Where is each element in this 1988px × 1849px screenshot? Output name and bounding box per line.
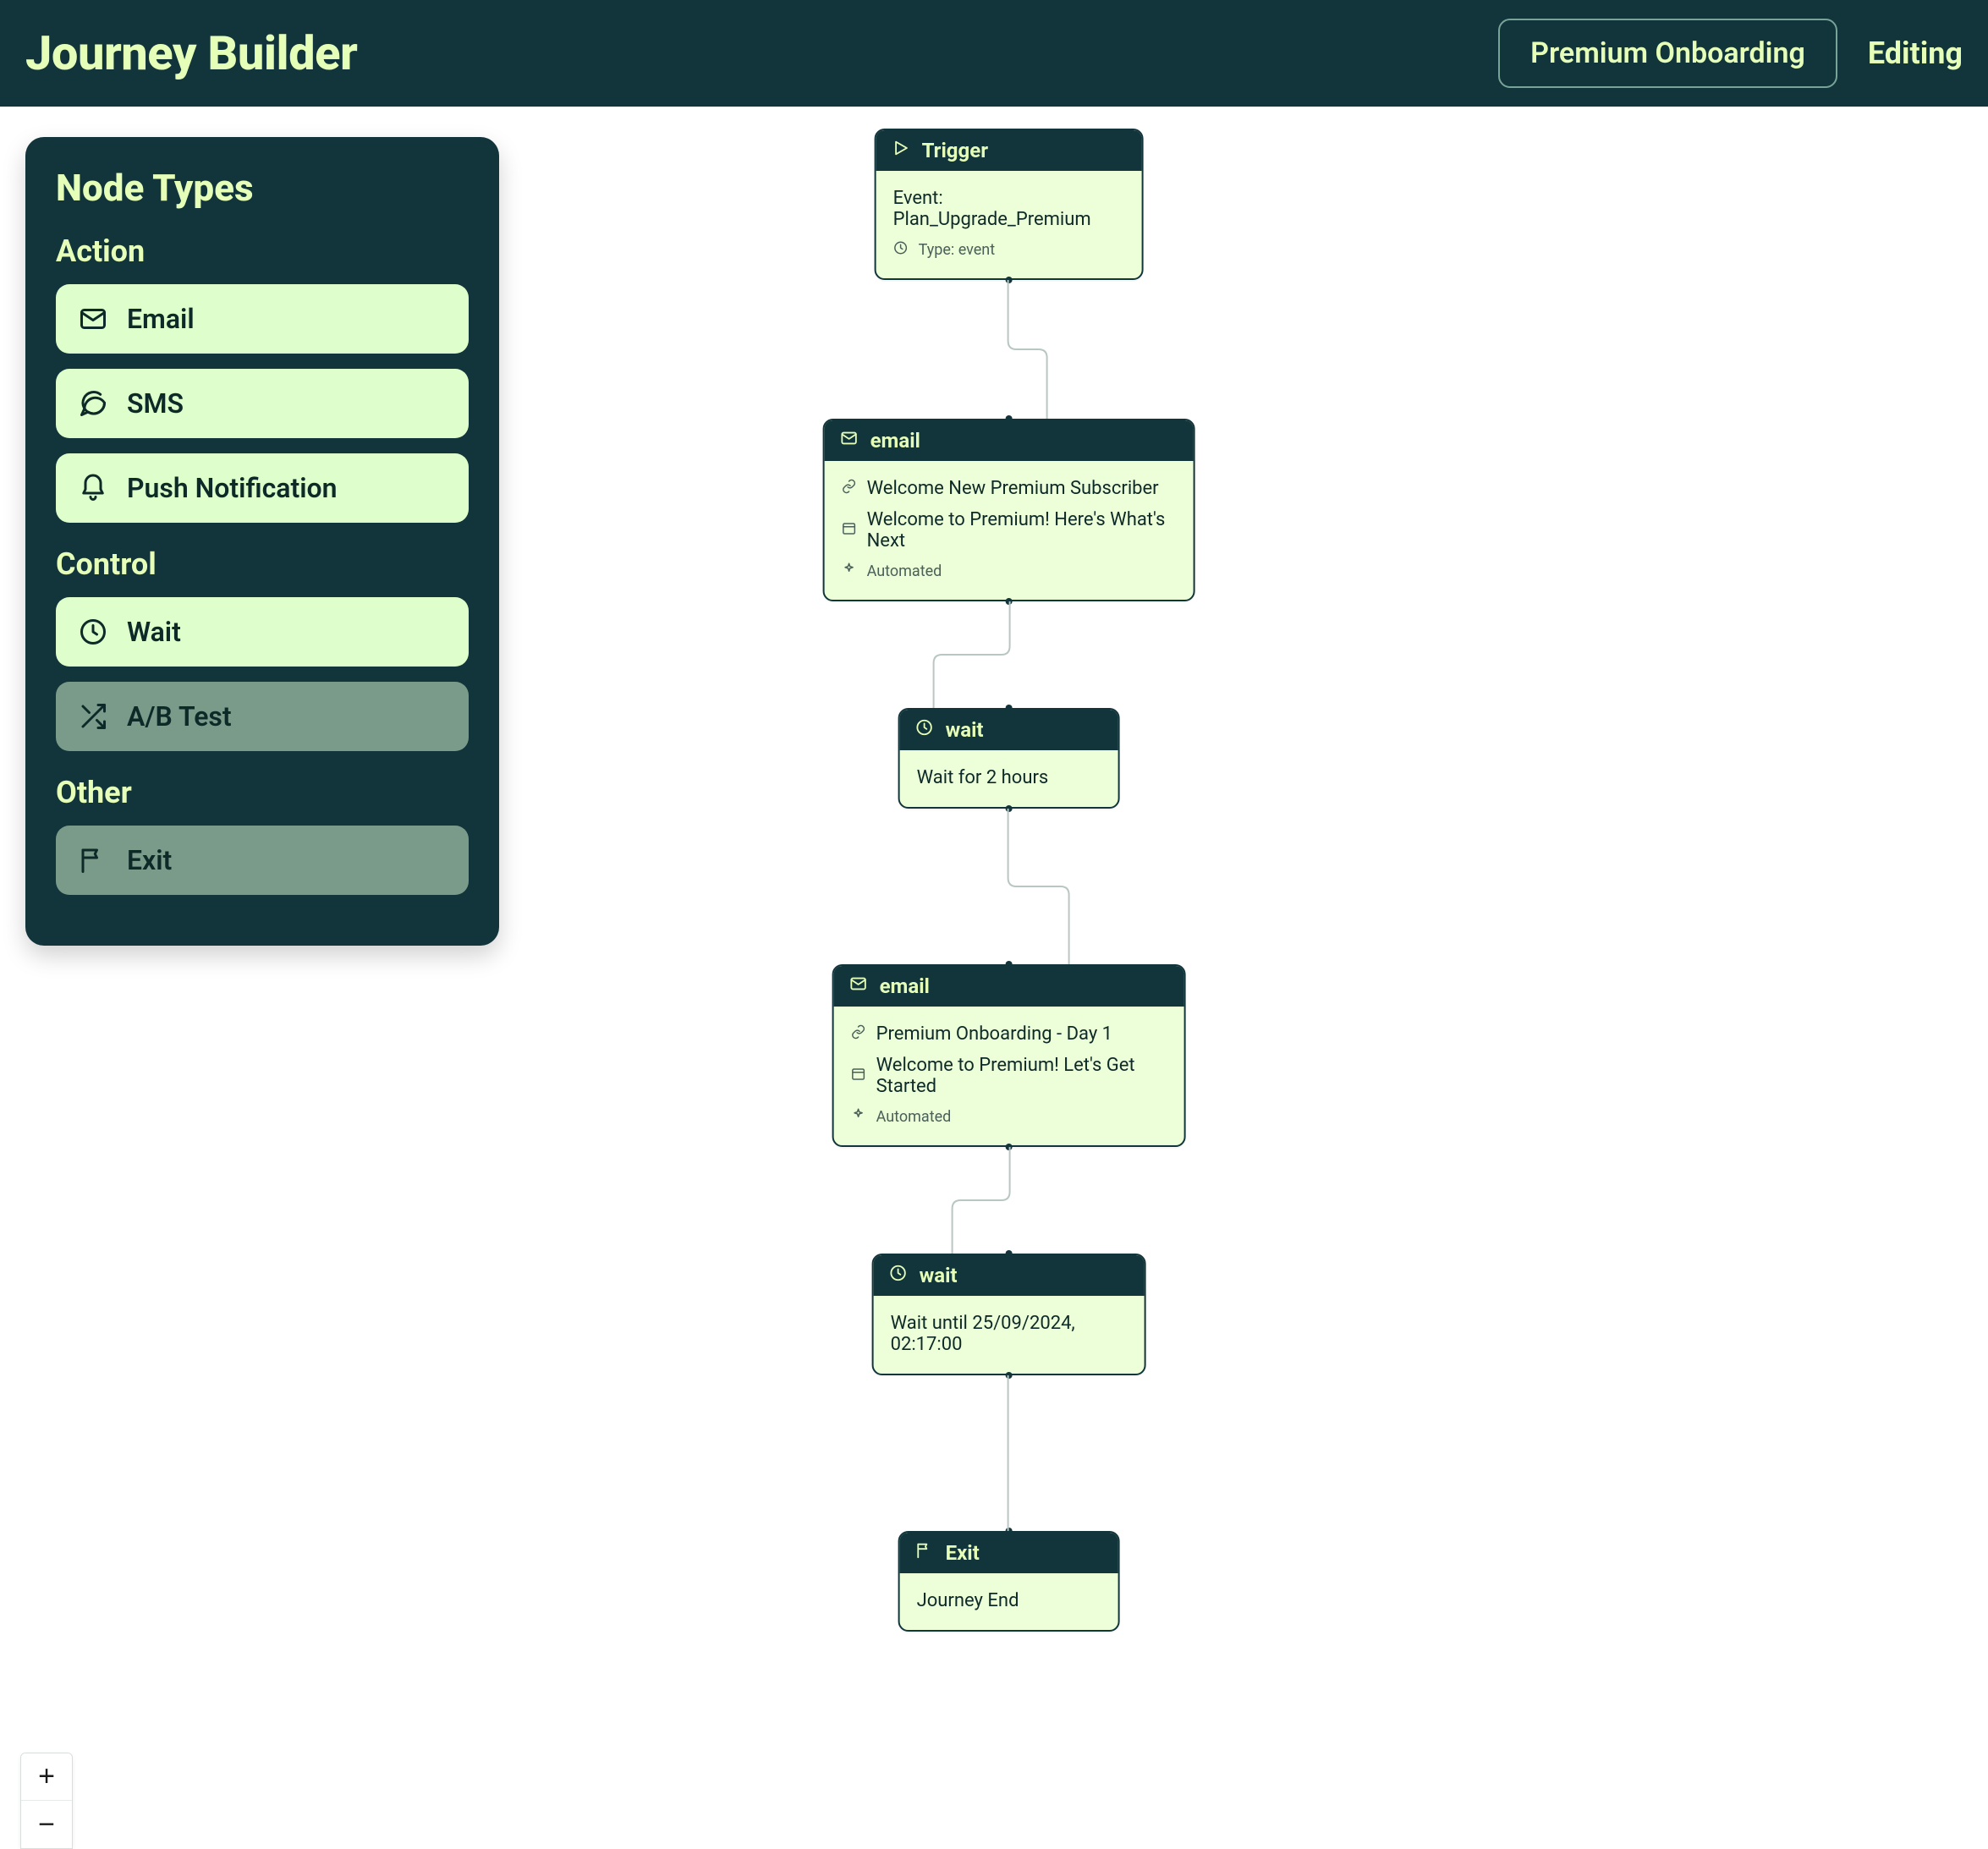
flag-icon — [78, 845, 108, 875]
palette-item-label: Exit — [127, 844, 172, 876]
clock-icon — [915, 718, 934, 742]
node-body: Welcome New Premium SubscriberWelcome to… — [825, 461, 1194, 600]
zoom-controls: + − — [20, 1753, 73, 1849]
app-title: Journey Builder — [25, 25, 357, 81]
mail-icon — [840, 429, 859, 453]
palette-item-label: Push Notification — [127, 472, 338, 504]
journey-name-input[interactable]: Premium Onboarding — [1498, 19, 1837, 88]
link-icon — [851, 1023, 866, 1045]
palette-item-sms[interactable]: SMS — [56, 369, 469, 438]
palette-item-email[interactable]: Email — [56, 284, 469, 354]
node-header: email — [825, 420, 1194, 461]
app-header: Journey Builder Premium Onboarding Editi… — [0, 0, 1988, 107]
node-body: Journey End — [900, 1573, 1118, 1630]
node-title: Exit — [946, 1541, 980, 1565]
node-main-text: Journey End — [917, 1585, 1101, 1616]
clock-icon — [893, 240, 909, 260]
palette-item-label: Wait — [127, 616, 181, 648]
play-icon — [892, 139, 910, 162]
node-wait2[interactable]: wait Wait until 25/09/2024, 02:17:00 — [872, 1254, 1146, 1375]
window-icon — [842, 520, 857, 541]
palette-item-label: A/B Test — [127, 700, 232, 732]
shuffle-icon — [78, 701, 108, 732]
node-meta: Type: event — [893, 235, 1125, 265]
chat-icon — [78, 388, 108, 419]
connector — [951, 1147, 1012, 1254]
bell-icon — [78, 473, 108, 503]
node-line: Automated — [842, 557, 1177, 586]
connector — [1007, 1375, 1012, 1531]
palette-item-exit: Exit — [56, 826, 469, 895]
node-body: Premium Onboarding - Day 1Welcome to Pre… — [834, 1007, 1184, 1145]
node-main-text: Wait until 25/09/2024, 02:17:00 — [891, 1308, 1128, 1360]
node-main-text: Wait for 2 hours — [917, 762, 1101, 793]
palette-title: Node Types — [56, 166, 469, 210]
node-title: Trigger — [922, 139, 988, 162]
node-header: wait — [874, 1255, 1145, 1296]
node-email2[interactable]: email Premium Onboarding - Day 1Welcome t… — [832, 964, 1186, 1147]
palette-section-title: Other — [56, 775, 469, 810]
link-icon — [842, 478, 857, 499]
palette-item-label: Email — [127, 303, 195, 335]
window-icon — [851, 1066, 866, 1087]
sparkle-icon — [851, 1107, 866, 1127]
journey-status: Editing — [1868, 36, 1963, 71]
node-line: Automated — [851, 1102, 1167, 1132]
node-title: wait — [920, 1264, 958, 1287]
connector — [1007, 809, 1071, 964]
node-title: email — [870, 429, 920, 453]
palette-section-title: Action — [56, 233, 469, 269]
flow: Trigger Event: Plan_Upgrade_PremiumType: … — [823, 129, 1195, 1632]
node-header: email — [834, 966, 1184, 1007]
node-trigger[interactable]: Trigger Event: Plan_Upgrade_PremiumType: … — [875, 129, 1144, 280]
node-email1[interactable]: email Welcome New Premium SubscriberWelco… — [823, 419, 1195, 601]
header-right: Premium Onboarding Editing — [1498, 19, 1963, 88]
mail-icon — [849, 974, 868, 998]
node-line: Welcome to Premium! Let's Get Started — [851, 1050, 1167, 1102]
node-line: Premium Onboarding - Day 1 — [851, 1018, 1167, 1050]
node-line: Welcome New Premium Subscriber — [842, 473, 1177, 504]
mail-icon — [78, 304, 108, 334]
node-body: Event: Plan_Upgrade_PremiumType: event — [876, 171, 1142, 278]
node-title: email — [880, 974, 930, 998]
palette-item-abtest: A/B Test — [56, 682, 469, 751]
node-title: wait — [946, 718, 984, 742]
palette-item-wait[interactable]: Wait — [56, 597, 469, 667]
main: Trigger Event: Plan_Upgrade_PremiumType: … — [0, 107, 1988, 1849]
palette-section-title: Control — [56, 546, 469, 582]
clock-icon — [889, 1264, 908, 1287]
connector — [932, 601, 1012, 708]
node-body: Wait for 2 hours — [900, 750, 1118, 807]
connector — [1007, 280, 1049, 419]
node-header: Trigger — [876, 130, 1142, 171]
zoom-out-button[interactable]: − — [21, 1801, 72, 1848]
node-line: Welcome to Premium! Here's What's Next — [842, 504, 1177, 557]
sparkle-icon — [842, 562, 857, 581]
node-main-text: Event: Plan_Upgrade_Premium — [893, 183, 1125, 235]
node-exit[interactable]: Exit Journey End — [898, 1531, 1120, 1632]
node-header: Exit — [900, 1533, 1118, 1573]
palette-item-push[interactable]: Push Notification — [56, 453, 469, 523]
zoom-in-button[interactable]: + — [21, 1753, 72, 1801]
clock-icon — [78, 617, 108, 647]
flag-icon — [915, 1541, 934, 1565]
node-palette: Node Types Action Email SMS Push Notificati… — [25, 137, 499, 946]
node-body: Wait until 25/09/2024, 02:17:00 — [874, 1296, 1145, 1374]
palette-item-label: SMS — [127, 387, 184, 420]
node-header: wait — [900, 710, 1118, 750]
node-wait1[interactable]: wait Wait for 2 hours — [898, 708, 1120, 809]
